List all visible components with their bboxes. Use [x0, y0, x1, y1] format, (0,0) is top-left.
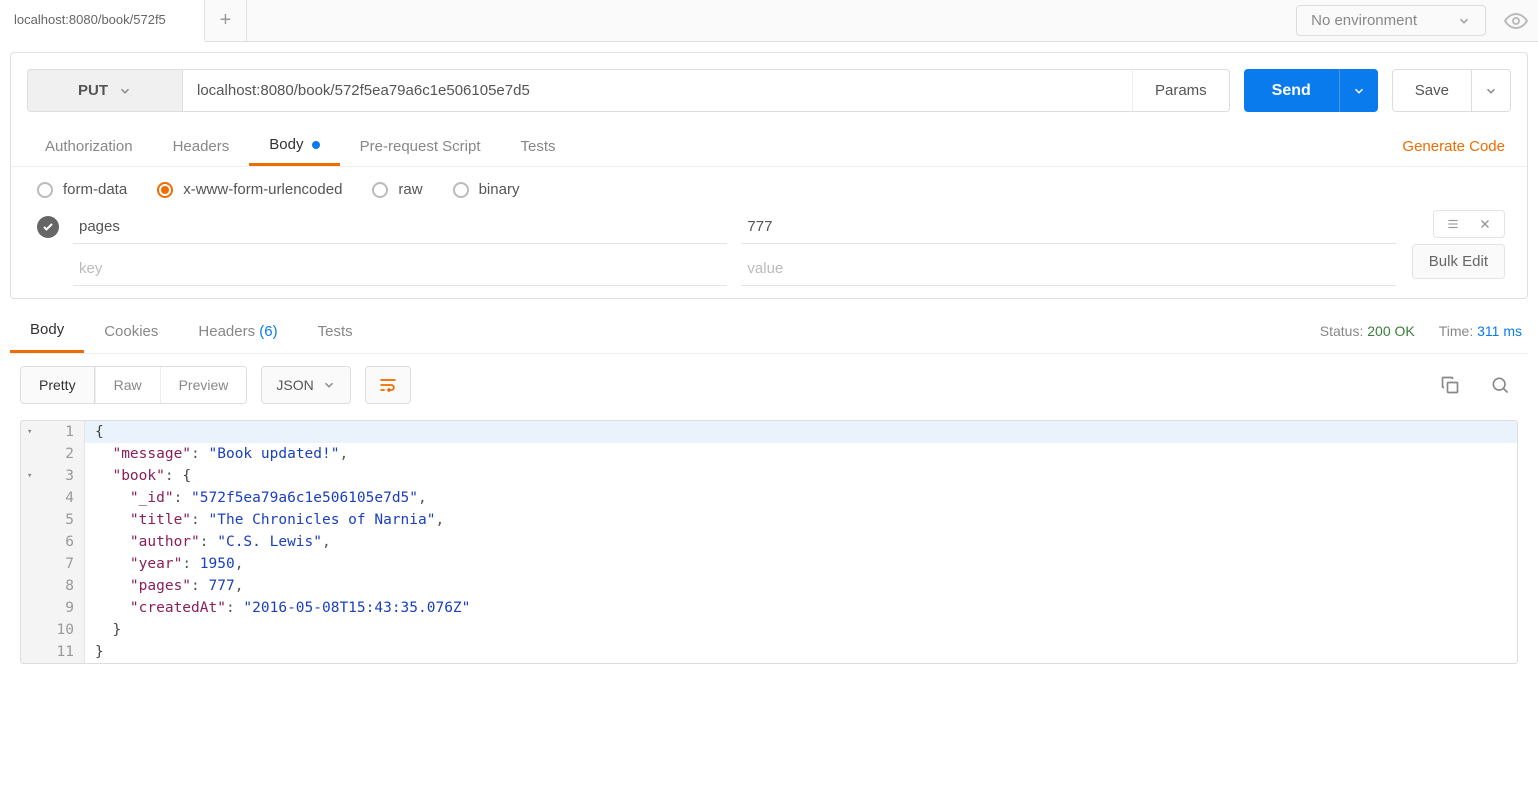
- tab-body[interactable]: Body: [249, 126, 339, 166]
- wrap-icon: [378, 375, 398, 395]
- request-tab[interactable]: localhost:8080/book/572f5: [0, 0, 205, 42]
- status-value: 200 OK: [1367, 323, 1414, 339]
- radio-raw[interactable]: raw: [372, 181, 422, 198]
- status-label: Status:: [1320, 323, 1364, 339]
- request-panel: PUT Params Send Save Authorization Heade…: [10, 52, 1528, 299]
- radio-icon: [37, 182, 53, 198]
- resp-headers-count: (6): [259, 323, 277, 340]
- code-line: ▾3 "book": {: [21, 465, 1517, 487]
- chevron-down-icon: [118, 84, 132, 98]
- resp-tab-body[interactable]: Body: [10, 309, 84, 353]
- radio-form-data[interactable]: form-data: [37, 181, 127, 198]
- view-raw-button[interactable]: Raw: [95, 367, 160, 403]
- kv-key-input[interactable]: [73, 210, 727, 244]
- radio-icon: [157, 182, 173, 198]
- radio-icon: [453, 182, 469, 198]
- generate-code-link[interactable]: Generate Code: [1394, 128, 1513, 165]
- save-options-button[interactable]: [1471, 70, 1510, 111]
- request-row: PUT Params Send Save: [11, 53, 1527, 116]
- url-input[interactable]: [183, 70, 1132, 111]
- kv-row-new: [27, 248, 1406, 290]
- response-panel: Body Cookies Headers (6) Tests Status: 2…: [10, 309, 1528, 664]
- check-icon: [42, 221, 54, 233]
- http-method-select[interactable]: PUT: [27, 69, 182, 112]
- request-tab-title: localhost:8080/book/572f5: [14, 12, 166, 27]
- tab-prerequest-script[interactable]: Pre-request Script: [340, 128, 501, 165]
- code-line: 10 }: [21, 619, 1517, 641]
- search-response-button[interactable]: [1482, 371, 1518, 399]
- kv-row: [27, 206, 1406, 248]
- add-tab-button[interactable]: +: [205, 0, 247, 42]
- response-toolbar: Pretty Raw Preview JSON: [10, 354, 1528, 416]
- time-label: Time:: [1439, 323, 1473, 339]
- tab-body-label: Body: [269, 136, 303, 153]
- environment-select[interactable]: No environment: [1296, 5, 1486, 36]
- url-input-container: [182, 69, 1132, 112]
- time-value: 311 ms: [1477, 323, 1522, 339]
- response-tabs: Body Cookies Headers (6) Tests Status: 2…: [10, 309, 1528, 354]
- code-line: 6 "author": "C.S. Lewis",: [21, 531, 1517, 553]
- response-meta: Status: 200 OK Time: 311 ms: [1314, 323, 1528, 339]
- params-button[interactable]: Params: [1132, 69, 1230, 112]
- resp-tab-headers[interactable]: Headers (6): [178, 311, 297, 352]
- top-tab-bar: localhost:8080/book/572f5 + No environme…: [0, 0, 1538, 42]
- code-line: 9 "createdAt": "2016-05-08T15:43:35.076Z…: [21, 597, 1517, 619]
- radio-urlencoded[interactable]: x-www-form-urlencoded: [157, 181, 342, 198]
- send-options-button[interactable]: [1339, 69, 1378, 112]
- resp-tab-tests[interactable]: Tests: [298, 311, 373, 352]
- kv-key-input[interactable]: [73, 252, 727, 286]
- tab-tests[interactable]: Tests: [501, 128, 576, 165]
- row-enabled-toggle[interactable]: [37, 216, 59, 238]
- radio-label: x-www-form-urlencoded: [183, 181, 342, 198]
- tab-headers[interactable]: Headers: [153, 128, 250, 165]
- radio-label: raw: [398, 181, 422, 198]
- code-line: 4 "_id": "572f5ea79a6c1e506105e7d5",: [21, 487, 1517, 509]
- format-label: JSON: [276, 377, 313, 393]
- radio-label: binary: [479, 181, 520, 198]
- view-preview-button[interactable]: Preview: [160, 367, 247, 403]
- wrap-lines-toggle[interactable]: [365, 366, 411, 404]
- radio-label: form-data: [63, 181, 127, 198]
- code-line: ▾1{: [21, 421, 1517, 443]
- view-pretty-button[interactable]: Pretty: [21, 367, 95, 403]
- row-enabled-placeholder: [37, 258, 59, 280]
- code-line: 2 "message": "Book updated!",: [21, 443, 1517, 465]
- chevron-down-icon: [1484, 84, 1498, 98]
- resp-tab-headers-label: Headers: [198, 323, 255, 340]
- chevron-down-icon: [322, 378, 336, 392]
- environment-quicklook-button[interactable]: [1494, 9, 1538, 33]
- http-method-label: PUT: [78, 82, 108, 99]
- radio-icon: [372, 182, 388, 198]
- code-line: 5 "title": "The Chronicles of Narnia",: [21, 509, 1517, 531]
- chevron-down-icon: [1352, 84, 1366, 98]
- reorder-handle-icon[interactable]: [1446, 217, 1460, 231]
- copy-response-button[interactable]: [1432, 371, 1468, 399]
- kv-value-input[interactable]: [741, 210, 1395, 244]
- view-mode-group: Pretty Raw Preview: [20, 366, 247, 404]
- code-line: 7 "year": 1950,: [21, 553, 1517, 575]
- unsaved-indicator-icon: [312, 141, 320, 149]
- format-select[interactable]: JSON: [261, 366, 350, 404]
- kv-editor: Bulk Edit: [11, 206, 1527, 290]
- code-line: 8 "pages": 777,: [21, 575, 1517, 597]
- environment-label: No environment: [1311, 12, 1417, 29]
- delete-row-button[interactable]: [1478, 217, 1492, 231]
- kv-value-input[interactable]: [741, 252, 1395, 286]
- code-line: 11}: [21, 641, 1517, 663]
- tab-authorization[interactable]: Authorization: [25, 128, 153, 165]
- resp-tab-cookies[interactable]: Cookies: [84, 311, 178, 352]
- request-tabs: Authorization Headers Body Pre-request S…: [11, 126, 1527, 167]
- response-body-viewer[interactable]: ▾1{2 "message": "Book updated!",▾3 "book…: [20, 420, 1518, 664]
- body-type-radios: form-data x-www-form-urlencoded raw bina…: [11, 167, 1527, 206]
- chevron-down-icon: [1457, 14, 1471, 28]
- bulk-edit-button[interactable]: Bulk Edit: [1412, 244, 1505, 279]
- send-button[interactable]: Send: [1244, 69, 1339, 112]
- save-button[interactable]: Save: [1393, 70, 1471, 111]
- radio-binary[interactable]: binary: [453, 181, 520, 198]
